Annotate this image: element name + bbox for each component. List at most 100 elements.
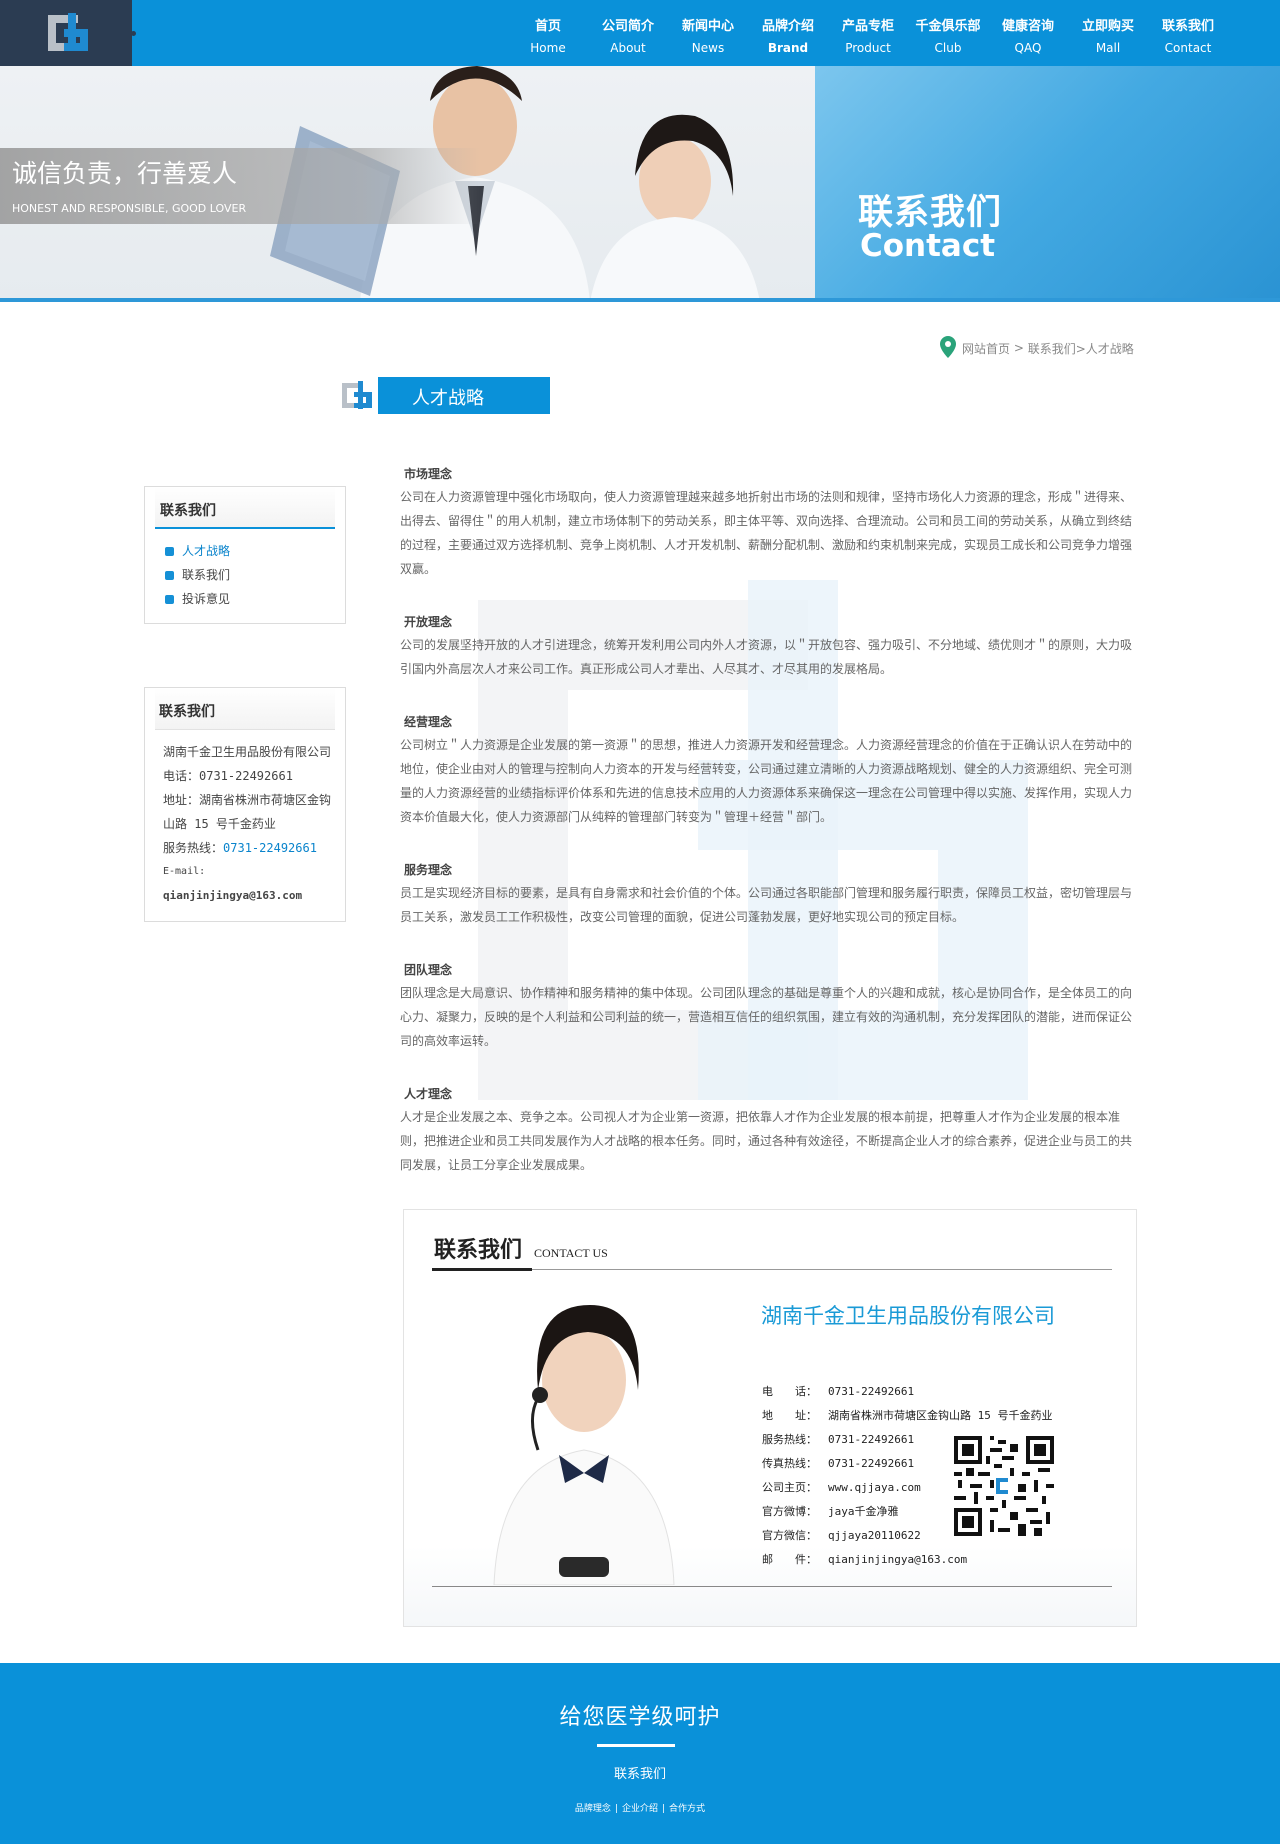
article-paragraph: 公司树立＂人力资源是企业发展的第一资源＂的思想，推进人力资源开发和经营理念。人力…	[400, 738, 1133, 824]
nav-contact[interactable]: 联系我们 Contact	[1148, 0, 1228, 66]
nav-about[interactable]: 公司简介 About	[588, 0, 668, 66]
bullet-square-icon	[165, 594, 174, 604]
sidebar-contact-title: 联系我们	[155, 688, 335, 730]
sidebar-item-label: 人才战略	[182, 544, 231, 558]
article-heading: 团队理念	[404, 963, 453, 977]
nav-qaq-en: QAQ	[1014, 41, 1042, 55]
article-section-talent: 人才理念 人才是企业发展之本、竞争之本。公司视人才为企业第一资源，把依靠人才作为…	[400, 1083, 1140, 1177]
contact-card-bottom-divider	[432, 1586, 1112, 1587]
nav-product-en: Product	[845, 41, 891, 55]
qr-code-icon	[954, 1436, 1054, 1536]
site-logo[interactable]	[0, 0, 136, 66]
footer-link-brand[interactable]: 品牌理念	[571, 1804, 615, 1814]
sidebar-email[interactable]: qianjinjingya@163.com	[163, 884, 335, 908]
article-section-market: 市场理念 公司在人力资源管理中强化市场取向，使人力资源管理越来越多地折射出市场的…	[400, 463, 1140, 581]
sidebar-contact-box: 联系我们 湖南千金卫生用品股份有限公司 电话：0731-22492661 地址：…	[144, 687, 346, 922]
banner-title-en: Contact	[860, 228, 996, 264]
contact-row-label: 公司主页：	[762, 1481, 817, 1494]
contact-row-email: 邮 件： qianjinjingya@163.com	[762, 1548, 1053, 1572]
article-paragraph: 公司的发展坚持开放的人才引进理念，统筹开发利用公司内外人才资源，以＂开放包容、强…	[400, 638, 1133, 676]
contact-row-value[interactable]: qianjinjingya@163.com	[828, 1553, 967, 1566]
contact-row-value: jaya千金净雅	[828, 1505, 899, 1518]
site-header: 首页 Home 公司简介 About 新闻中心 News 品牌介绍 Brand …	[0, 0, 1280, 66]
contact-card-company: 湖南千金卫生用品股份有限公司	[761, 1304, 1055, 1328]
breadcrumb: 网站首页 > 联系我们>人才战略	[940, 335, 1134, 361]
nav-mall[interactable]: 立即购买 Mall	[1068, 0, 1148, 66]
contact-row-value: qjjaya20110622	[828, 1529, 921, 1542]
sidebar-address: 地址：湖南省株洲市荷塘区金钩山路 15 号千金药业	[163, 793, 332, 831]
sidebar-item-label: 联系我们	[182, 568, 231, 582]
article-heading: 服务理念	[404, 863, 453, 877]
banner-divider	[0, 298, 1280, 302]
nav-brand[interactable]: 品牌介绍 Brand	[748, 0, 828, 66]
sidebar-hotline: 服务热线：0731-22492661	[163, 836, 335, 860]
location-pin-icon	[940, 335, 956, 361]
hotline-label: 服务热线：	[163, 841, 224, 855]
sidebar-nav-title: 联系我们	[155, 487, 335, 529]
contact-row-value: 0731-22492661	[828, 1433, 915, 1446]
article-paragraph: 公司在人力资源管理中强化市场取向，使人力资源管理越来越多地折射出市场的法则和规律…	[400, 490, 1133, 576]
footer-link-cooperation[interactable]: 合作方式	[665, 1804, 709, 1814]
article-paragraph: 团队理念是大局意识、协作精神和服务精神的集中体现。公司团队理念的基础是尊重个人的…	[400, 986, 1133, 1048]
nav-contact-en: Contact	[1164, 41, 1212, 55]
nav-product[interactable]: 产品专柜 Product	[828, 0, 908, 66]
nav-qaq-label: 健康咨询	[1001, 19, 1054, 34]
nav-home-en: Home	[530, 41, 566, 55]
footer-links: 品牌理念 | 企业介绍 | 合作方式	[0, 1801, 1280, 1814]
footer-link-company[interactable]: 企业介绍	[618, 1804, 662, 1814]
contact-row-label: 邮 件：	[762, 1553, 817, 1566]
footer-slogan: 给您医学级呵护	[559, 1705, 721, 1730]
contact-row-label: 传真热线：	[762, 1457, 817, 1470]
hero-banner: 诚信负责，行善爱人 HONEST AND RESPONSIBLE, GOOD L…	[0, 66, 1280, 302]
sidebar-item-complaint[interactable]: 投诉意见	[165, 587, 345, 611]
sidebar-nav-list: 人才战略 联系我们 投诉意见	[145, 529, 345, 611]
contact-row-label: 服务热线：	[762, 1433, 817, 1446]
sidebar-phone: 电话：0731-22492661	[163, 769, 293, 783]
breadcrumb-home-link[interactable]: 网站首页	[962, 340, 1010, 357]
nav-qaq[interactable]: 健康咨询 QAQ	[988, 0, 1068, 66]
hotline-number[interactable]: 0731-22492661	[223, 841, 317, 855]
contact-row-label: 官方微信：	[762, 1529, 817, 1542]
contact-card: 联系我们 CONTACT US 湖南千金卫生用品股份有限公司 电 话： 0731-…	[403, 1209, 1137, 1627]
nav-home[interactable]: 首页 Home	[508, 0, 588, 66]
nav-brand-label: 品牌介绍	[761, 19, 814, 34]
contact-row-value: 湖南省株洲市荷塘区金钩山路 15 号千金药业	[828, 1409, 1053, 1422]
article-heading: 市场理念	[404, 467, 453, 481]
contact-card-title: 联系我们	[434, 1237, 523, 1263]
nav-brand-en: Brand	[767, 41, 809, 55]
nav-news[interactable]: 新闻中心 News	[668, 0, 748, 66]
bullet-square-icon	[165, 546, 174, 556]
breadcrumb-separator: >	[1010, 341, 1028, 355]
nav-about-en: About	[610, 41, 646, 55]
contact-row-phone: 电 话： 0731-22492661	[762, 1380, 1053, 1404]
article-section-operation: 经营理念 公司树立＂人力资源是企业发展的第一资源＂的思想，推进人力资源开发和经营…	[400, 711, 1140, 829]
section-title-text: 人才战略	[412, 388, 484, 409]
contact-row-value[interactable]: www.qjjaya.com	[828, 1481, 921, 1494]
contact-row-label: 官方微博：	[762, 1505, 817, 1518]
nav-club-label: 千金俱乐部	[915, 19, 981, 34]
sidebar-nav-box: 联系我们 人才战略 联系我们 投诉意见	[144, 486, 346, 624]
section-logo-icon	[338, 377, 378, 414]
contact-row-address: 地 址： 湖南省株洲市荷塘区金钩山路 15 号千金药业	[762, 1404, 1053, 1428]
bullet-square-icon	[165, 570, 174, 580]
article-section-team: 团队理念 团队理念是大局意识、协作精神和服务精神的集中体现。公司团队理念的基础是…	[400, 959, 1140, 1053]
sidebar-item-contact[interactable]: 联系我们	[165, 563, 345, 587]
contact-row-label: 地 址：	[762, 1409, 817, 1422]
contact-card-divider	[432, 1269, 1112, 1270]
sidebar-contact-info: 湖南千金卫生用品股份有限公司 电话：0731-22492661 地址：湖南省株洲…	[145, 730, 345, 908]
sidebar-email-label: E-mail:	[163, 866, 206, 877]
customer-service-photo	[493, 1305, 675, 1585]
sidebar-item-talent[interactable]: 人才战略	[165, 539, 345, 563]
breadcrumb-path-link[interactable]: 联系我们>人才战略	[1028, 340, 1134, 357]
logo-icon	[48, 13, 88, 51]
article-body: 市场理念 公司在人力资源管理中强化市场取向，使人力资源管理越来越多地折射出市场的…	[400, 463, 1140, 1207]
main-nav: 首页 Home 公司简介 About 新闻中心 News 品牌介绍 Brand …	[508, 0, 1228, 66]
article-paragraph: 员工是实现经济目标的要素，是具有自身需求和社会价值的个体。公司通过各职能部门管理…	[400, 886, 1133, 924]
nav-home-label: 首页	[534, 19, 561, 34]
sidebar-company: 湖南千金卫生用品股份有限公司	[163, 745, 332, 759]
nav-news-label: 新闻中心	[681, 19, 734, 34]
nav-mall-label: 立即购买	[1081, 19, 1134, 34]
nav-club[interactable]: 千金俱乐部 Club	[908, 0, 988, 66]
sidebar-item-label: 投诉意见	[182, 592, 231, 606]
footer-contact-link[interactable]: 联系我们	[0, 1763, 1280, 1782]
